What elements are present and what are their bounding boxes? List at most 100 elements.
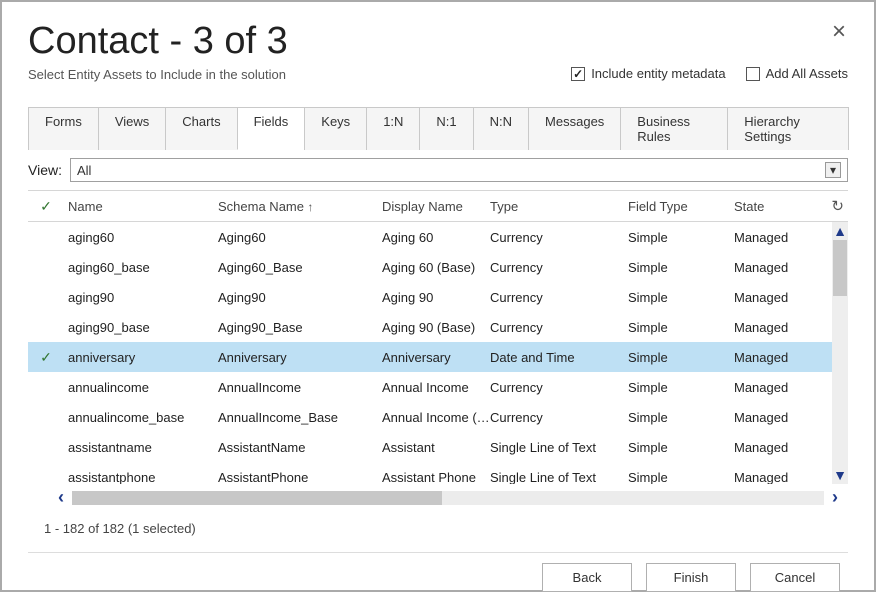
select-all-checkbox[interactable]: ✓: [28, 198, 64, 215]
add-all-assets-checkbox[interactable]: Add All Assets: [746, 66, 848, 81]
tab-n-1[interactable]: N:1: [419, 107, 473, 150]
tab-n-n[interactable]: N:N: [473, 107, 529, 150]
cell-state: Managed: [734, 320, 820, 335]
cell-field-type: Simple: [628, 380, 734, 395]
col-display-name[interactable]: Display Name: [382, 199, 490, 214]
scroll-up-icon[interactable]: ▲: [833, 222, 847, 240]
cell-schema: AssistantName: [218, 440, 382, 455]
tab-forms[interactable]: Forms: [28, 107, 99, 150]
scroll-left-icon[interactable]: ‹: [58, 487, 64, 508]
cell-display: Assistant Phone: [382, 470, 490, 485]
cell-name: assistantphone: [64, 470, 218, 485]
cell-type: Currency: [490, 410, 628, 425]
cell-name: aging60_base: [64, 260, 218, 275]
cell-schema: Aging90_Base: [218, 320, 382, 335]
col-field-type[interactable]: Field Type: [628, 199, 734, 214]
cell-name: anniversary: [64, 350, 218, 365]
cell-state: Managed: [734, 230, 820, 245]
include-metadata-label: Include entity metadata: [591, 66, 725, 81]
table-row[interactable]: annualincome_baseAnnualIncome_BaseAnnual…: [28, 402, 848, 432]
cell-name: annualincome_base: [64, 410, 218, 425]
table-row[interactable]: aging90_baseAging90_BaseAging 90 (Base)C…: [28, 312, 848, 342]
col-type[interactable]: Type: [490, 199, 628, 214]
view-value: All: [77, 163, 91, 178]
cell-name: assistantname: [64, 440, 218, 455]
cell-state: Managed: [734, 380, 820, 395]
cell-state: Managed: [734, 410, 820, 425]
cell-type: Currency: [490, 320, 628, 335]
cell-display: Aging 90: [382, 290, 490, 305]
chevron-down-icon: ▾: [825, 162, 841, 178]
include-metadata-checkbox[interactable]: Include entity metadata: [571, 66, 725, 81]
cell-display: Aging 90 (Base): [382, 320, 490, 335]
col-state[interactable]: State: [734, 199, 820, 214]
cancel-button[interactable]: Cancel: [750, 563, 840, 592]
refresh-icon[interactable]: ↻: [820, 197, 848, 215]
cell-display: Anniversary: [382, 350, 490, 365]
header-row: Contact - 3 of 3 Select Entity Assets to…: [28, 20, 848, 100]
close-icon[interactable]: ×: [832, 20, 846, 44]
options-row: Include entity metadata Add All Assets: [571, 20, 848, 81]
view-select[interactable]: All ▾: [70, 158, 848, 182]
cell-schema: Aging60: [218, 230, 382, 245]
col-schema-name[interactable]: Schema Name: [218, 199, 382, 214]
cell-type: Currency: [490, 230, 628, 245]
tab-bar: FormsViewsChartsFieldsKeys1:NN:1N:NMessa…: [28, 106, 848, 150]
cell-schema: Anniversary: [218, 350, 382, 365]
scroll-right-icon[interactable]: ›: [832, 487, 838, 508]
cell-type: Date and Time: [490, 350, 628, 365]
finish-button[interactable]: Finish: [646, 563, 736, 592]
tab-hierarchy-settings[interactable]: Hierarchy Settings: [727, 107, 849, 150]
row-checkmark-icon[interactable]: ✓: [28, 349, 64, 366]
table-row[interactable]: aging60Aging60Aging 60CurrencySimpleMana…: [28, 222, 848, 252]
page-title: Contact - 3 of 3: [28, 20, 288, 63]
hscroll-track[interactable]: [72, 491, 824, 505]
scroll-down-icon[interactable]: ▼: [833, 466, 847, 484]
table-row[interactable]: assistantphoneAssistantPhoneAssistant Ph…: [28, 462, 848, 484]
checkbox-icon: [746, 67, 760, 81]
table-header: ✓ Name Schema Name Display Name Type Fie…: [28, 191, 848, 222]
cell-field-type: Simple: [628, 470, 734, 485]
cell-display: Aging 60: [382, 230, 490, 245]
scrollbar-thumb[interactable]: [833, 240, 847, 296]
tab-fields[interactable]: Fields: [237, 107, 306, 150]
cell-type: Currency: [490, 260, 628, 275]
vertical-scrollbar[interactable]: ▲ ▼: [832, 222, 848, 484]
cell-display: Assistant: [382, 440, 490, 455]
tab-1-n[interactable]: 1:N: [366, 107, 420, 150]
cell-schema: AnnualIncome: [218, 380, 382, 395]
table-row[interactable]: ✓anniversaryAnniversaryAnniversaryDate a…: [28, 342, 848, 372]
table-row[interactable]: annualincomeAnnualIncomeAnnual IncomeCur…: [28, 372, 848, 402]
horizontal-scrollbar[interactable]: ‹ ›: [28, 484, 848, 511]
col-name[interactable]: Name: [64, 199, 218, 214]
cell-schema: AssistantPhone: [218, 470, 382, 485]
button-row: Back Finish Cancel: [28, 552, 848, 592]
tab-charts[interactable]: Charts: [165, 107, 237, 150]
cell-type: Single Line of Text: [490, 440, 628, 455]
table-row[interactable]: aging90Aging90Aging 90CurrencySimpleMana…: [28, 282, 848, 312]
cell-schema: Aging90: [218, 290, 382, 305]
cell-name: annualincome: [64, 380, 218, 395]
tab-business-rules[interactable]: Business Rules: [620, 107, 728, 150]
table-row[interactable]: assistantnameAssistantNameAssistantSingl…: [28, 432, 848, 462]
cell-type: Currency: [490, 290, 628, 305]
tab-views[interactable]: Views: [98, 107, 166, 150]
back-button[interactable]: Back: [542, 563, 632, 592]
table: ✓ Name Schema Name Display Name Type Fie…: [28, 190, 848, 546]
cell-display: Annual Income (…: [382, 410, 490, 425]
tab-messages[interactable]: Messages: [528, 107, 621, 150]
checkbox-icon: [571, 67, 585, 81]
tab-keys[interactable]: Keys: [304, 107, 367, 150]
cell-display: Annual Income: [382, 380, 490, 395]
cell-name: aging90: [64, 290, 218, 305]
cell-type: Currency: [490, 380, 628, 395]
status-text: 1 - 182 of 182 (1 selected): [28, 511, 848, 546]
cell-state: Managed: [734, 350, 820, 365]
hscroll-thumb[interactable]: [72, 491, 442, 505]
table-row[interactable]: aging60_baseAging60_BaseAging 60 (Base)C…: [28, 252, 848, 282]
cell-state: Managed: [734, 470, 820, 485]
cell-field-type: Simple: [628, 410, 734, 425]
cell-field-type: Simple: [628, 320, 734, 335]
cell-field-type: Simple: [628, 440, 734, 455]
dialog: × Contact - 3 of 3 Select Entity Assets …: [2, 2, 874, 590]
